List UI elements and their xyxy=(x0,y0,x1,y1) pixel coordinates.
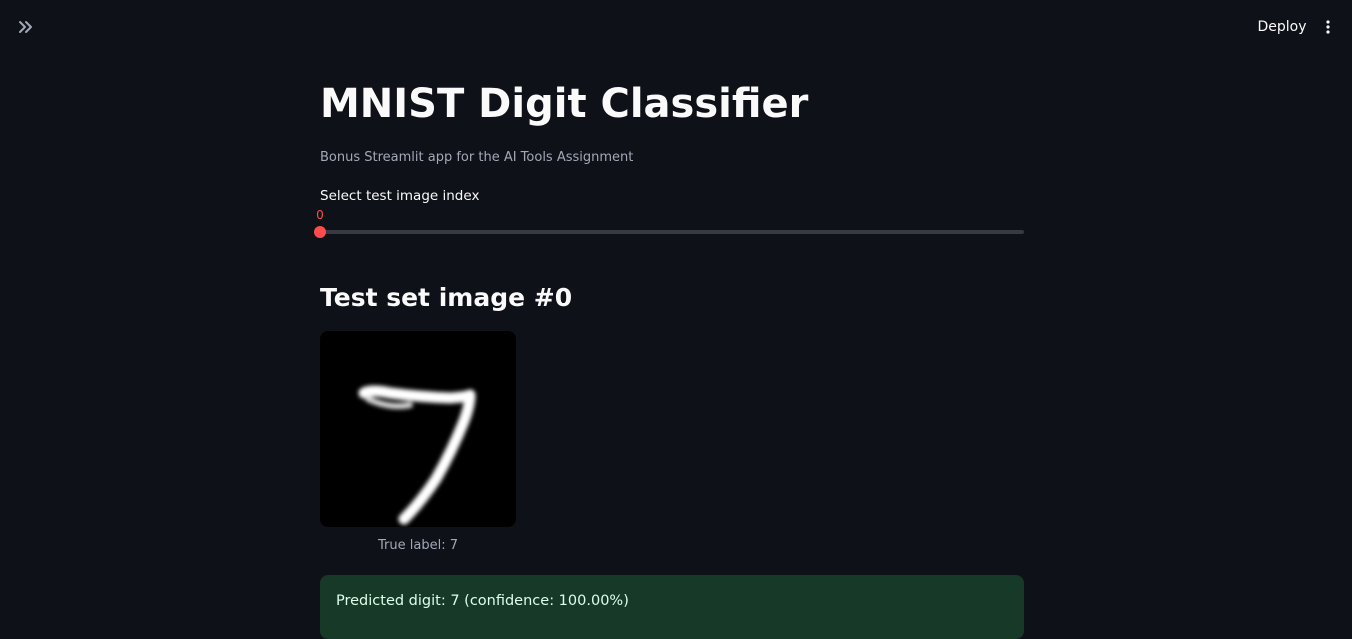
slider-label: Select test image index xyxy=(320,188,480,204)
deploy-button[interactable]: Deploy xyxy=(1252,16,1312,38)
image-caption: True label: 7 xyxy=(378,538,458,553)
page-title: MNIST Digit Classifier xyxy=(320,81,809,127)
digit-image xyxy=(320,331,516,527)
main-content: MNIST Digit Classifier Bonus Streamlit a… xyxy=(314,0,1024,639)
slider-thumb[interactable] xyxy=(314,226,326,238)
prediction-alert: Predicted digit: 7 (confidence: 100.00%) xyxy=(320,575,1024,639)
prediction-text: Predicted digit: 7 (confidence: 100.00%) xyxy=(336,593,629,609)
sidebar-toggle-button[interactable] xyxy=(14,16,38,38)
double-chevron-right-icon xyxy=(19,21,32,33)
page-caption: Bonus Streamlit app for the AI Tools Ass… xyxy=(320,150,634,165)
image-heading: Test set image #0 xyxy=(320,283,573,312)
image-index-slider[interactable] xyxy=(314,226,1024,238)
slider-value: 0 xyxy=(316,208,324,222)
main-menu-button[interactable] xyxy=(1318,16,1338,38)
vertical-ellipsis-icon xyxy=(1326,20,1330,34)
